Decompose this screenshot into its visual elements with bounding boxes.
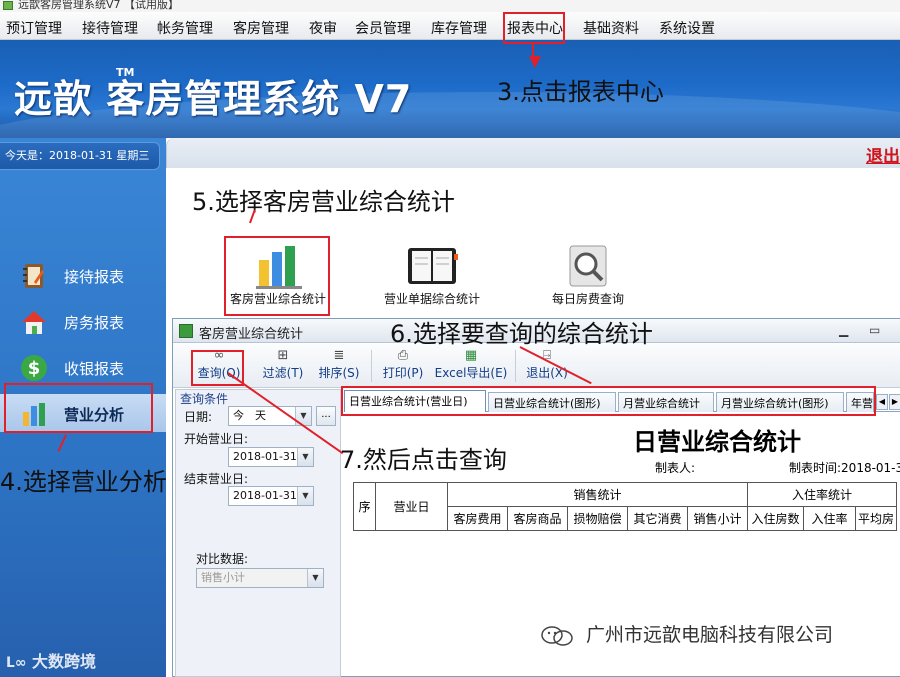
sidebar-item-reception-report[interactable]: 接待报表 (0, 256, 166, 294)
arrow-head-step3 (529, 56, 541, 68)
highlight-query-button (191, 350, 244, 386)
menu-booking[interactable]: 预订管理 (6, 18, 62, 38)
table-subheader: 平均房 (854, 506, 898, 531)
table-subheader: 客房费用 (447, 506, 508, 531)
watermark-text: 大数跨境 (32, 652, 97, 671)
dollar-icon: $ (20, 354, 48, 382)
query-conditions-panel: 查询条件 日期: 今 天 ▼ ... 开始营业日: 2018-01-31 ▼ 结… (175, 389, 341, 677)
main-header-strip: 退出 (166, 138, 900, 168)
watermark-logo-icon: ᒪ∞ (6, 655, 27, 671)
toolbar-separator (515, 350, 516, 382)
table-subheader: 客房商品 (507, 506, 568, 531)
menu-reception[interactable]: 接待管理 (82, 18, 138, 38)
menu-bar: 预订管理 接待管理 帐务管理 客房管理 夜审 会员管理 库存管理 报表中心 基础… (0, 12, 900, 40)
sidebar-item-label: 房务报表 (64, 314, 125, 332)
menu-inventory[interactable]: 库存管理 (431, 18, 487, 38)
left-watermark: ᒪ∞ 大数跨境 (6, 648, 96, 672)
sidebar-item-label: 收银报表 (64, 360, 125, 378)
annotation-step6: 6.选择要查询的综合统计 (390, 320, 653, 348)
annotation-step3: 3.点击报表中心 (497, 78, 664, 106)
start-day-label: 开始营业日: (184, 432, 249, 446)
inner-window-title: 客房营业综合统计 (199, 327, 304, 342)
window-icon (179, 324, 193, 338)
highlight-business-analysis (4, 383, 153, 433)
sidebar-item-label: 接待报表 (64, 268, 125, 286)
menu-rooms[interactable]: 客房管理 (233, 18, 289, 38)
company-watermark: 广州市远歆电脑科技有限公司 (540, 620, 833, 647)
svg-text:$: $ (28, 358, 41, 379)
annotation-step5: 5.选择客房营业综合统计 (192, 188, 455, 216)
toolbar-separator (371, 350, 372, 382)
print-button[interactable]: ⎙ 打印(P) (377, 348, 429, 384)
maximize-icon[interactable]: ▭ (869, 323, 880, 337)
sidebar-item-housekeeping-report[interactable]: 房务报表 (0, 302, 166, 340)
date-label: 日期: (184, 410, 213, 424)
report-daily-room-fee[interactable]: 每日房费查询 (540, 242, 636, 307)
table-subheader: 销售小计 (687, 506, 748, 531)
annotation-step4: 4.选择营业分析 (0, 468, 167, 496)
menu-accounts[interactable]: 帐务管理 (157, 18, 213, 38)
highlight-tabs (341, 386, 876, 416)
app-icon (3, 1, 13, 10)
brand-title: 远歆 客房管理系统 V7 (14, 77, 413, 121)
house-icon (20, 308, 48, 336)
notebook-icon (20, 262, 48, 290)
logout-link[interactable]: 退出 (866, 142, 900, 167)
start-day-field[interactable]: 2018-01-31 ▼ (228, 447, 314, 467)
report-label: 营业单据综合统计 (383, 292, 480, 306)
query-panel-title: 查询条件 (180, 392, 229, 406)
tab-scroll-left-icon[interactable]: ◀ (876, 394, 888, 410)
menu-members[interactable]: 会员管理 (355, 18, 411, 38)
menu-base-data[interactable]: 基础资料 (583, 18, 639, 38)
table-header-occupancy: 入住率统计 (746, 482, 898, 507)
report-label: 每日房费查询 (551, 292, 624, 306)
highlight-room-business-stats (224, 236, 330, 316)
exit-button[interactable]: ⍈ 退出(X) (521, 348, 573, 384)
table-header-sales: 销售统计 (447, 482, 748, 507)
trademark-mark: TM (116, 66, 135, 79)
end-day-field[interactable]: 2018-01-31 ▼ (228, 486, 314, 506)
printer-icon: ⎙ (397, 348, 409, 363)
compare-select[interactable]: 销售小计 ▼ (196, 568, 324, 588)
table-subheader: 入住率 (803, 506, 856, 531)
table-header-day: 营业日 (375, 482, 448, 531)
chevron-down-icon: ▼ (307, 569, 323, 587)
company-name: 广州市远歆电脑科技有限公司 (586, 624, 834, 646)
date-picker-button[interactable]: ... (316, 406, 336, 426)
sort-icon: ≣ (333, 348, 345, 363)
report-title: 日营业综合统计 (633, 428, 801, 456)
excel-icon: ▦ (464, 348, 478, 363)
table-subheader: 入住房数 (747, 506, 804, 531)
menu-night-audit[interactable]: 夜审 (309, 18, 337, 38)
sort-button[interactable]: ≣ 排序(S) (313, 348, 365, 384)
chevron-down-icon: ▼ (297, 487, 313, 505)
end-day-label: 结束营业日: (184, 472, 249, 486)
menu-settings[interactable]: 系统设置 (659, 18, 715, 38)
annotation-step7: 7.然后点击查询 (340, 446, 507, 474)
compare-label: 对比数据: (196, 552, 249, 566)
report-table: 序 营业日 销售统计 入住率统计 客房费用 客房商品 损物赔偿 其它消费 销售小… (353, 482, 898, 531)
app-banner: 远歆 客房管理系统 V7 TM (0, 40, 900, 138)
table-subheader: 其它消费 (627, 506, 688, 531)
table-header-seq: 序 (353, 482, 376, 531)
magnifier-icon (560, 242, 616, 290)
today-date: 今天是：2018-01-31 星期三 (0, 142, 160, 170)
open-book-icon (404, 242, 460, 290)
report-time: 制表时间:2018-01-31 (789, 461, 900, 475)
report-maker: 制表人: (655, 461, 696, 475)
wechat-icon (540, 625, 574, 647)
filter-button[interactable]: ⊞ 过滤(T) (257, 348, 309, 384)
report-business-documents-stats[interactable]: 营业单据综合统计 (380, 242, 484, 307)
sidebar-item-cashier-report[interactable]: $ 收银报表 (0, 348, 166, 386)
excel-export-button[interactable]: ▦ Excel导出(E) (433, 348, 509, 384)
highlight-report-center (503, 12, 565, 44)
tab-scroll-right-icon[interactable]: ▶ (889, 394, 900, 410)
window-titlebar: 远歆客房管理系统V7 【试用版】 (0, 0, 900, 12)
filter-icon: ⊞ (277, 348, 289, 363)
inner-toolbar: ∞ 查询(Q) ⊞ 过滤(T) ≣ 排序(S) ⎙ 打印(P) ▦ Excel导… (173, 344, 900, 388)
table-subheader: 损物赔偿 (567, 506, 628, 531)
chevron-down-icon: ▼ (297, 448, 313, 466)
window-title: 远歆客房管理系统V7 【试用版】 (18, 0, 180, 11)
minimize-icon[interactable]: ▁ (839, 323, 848, 337)
